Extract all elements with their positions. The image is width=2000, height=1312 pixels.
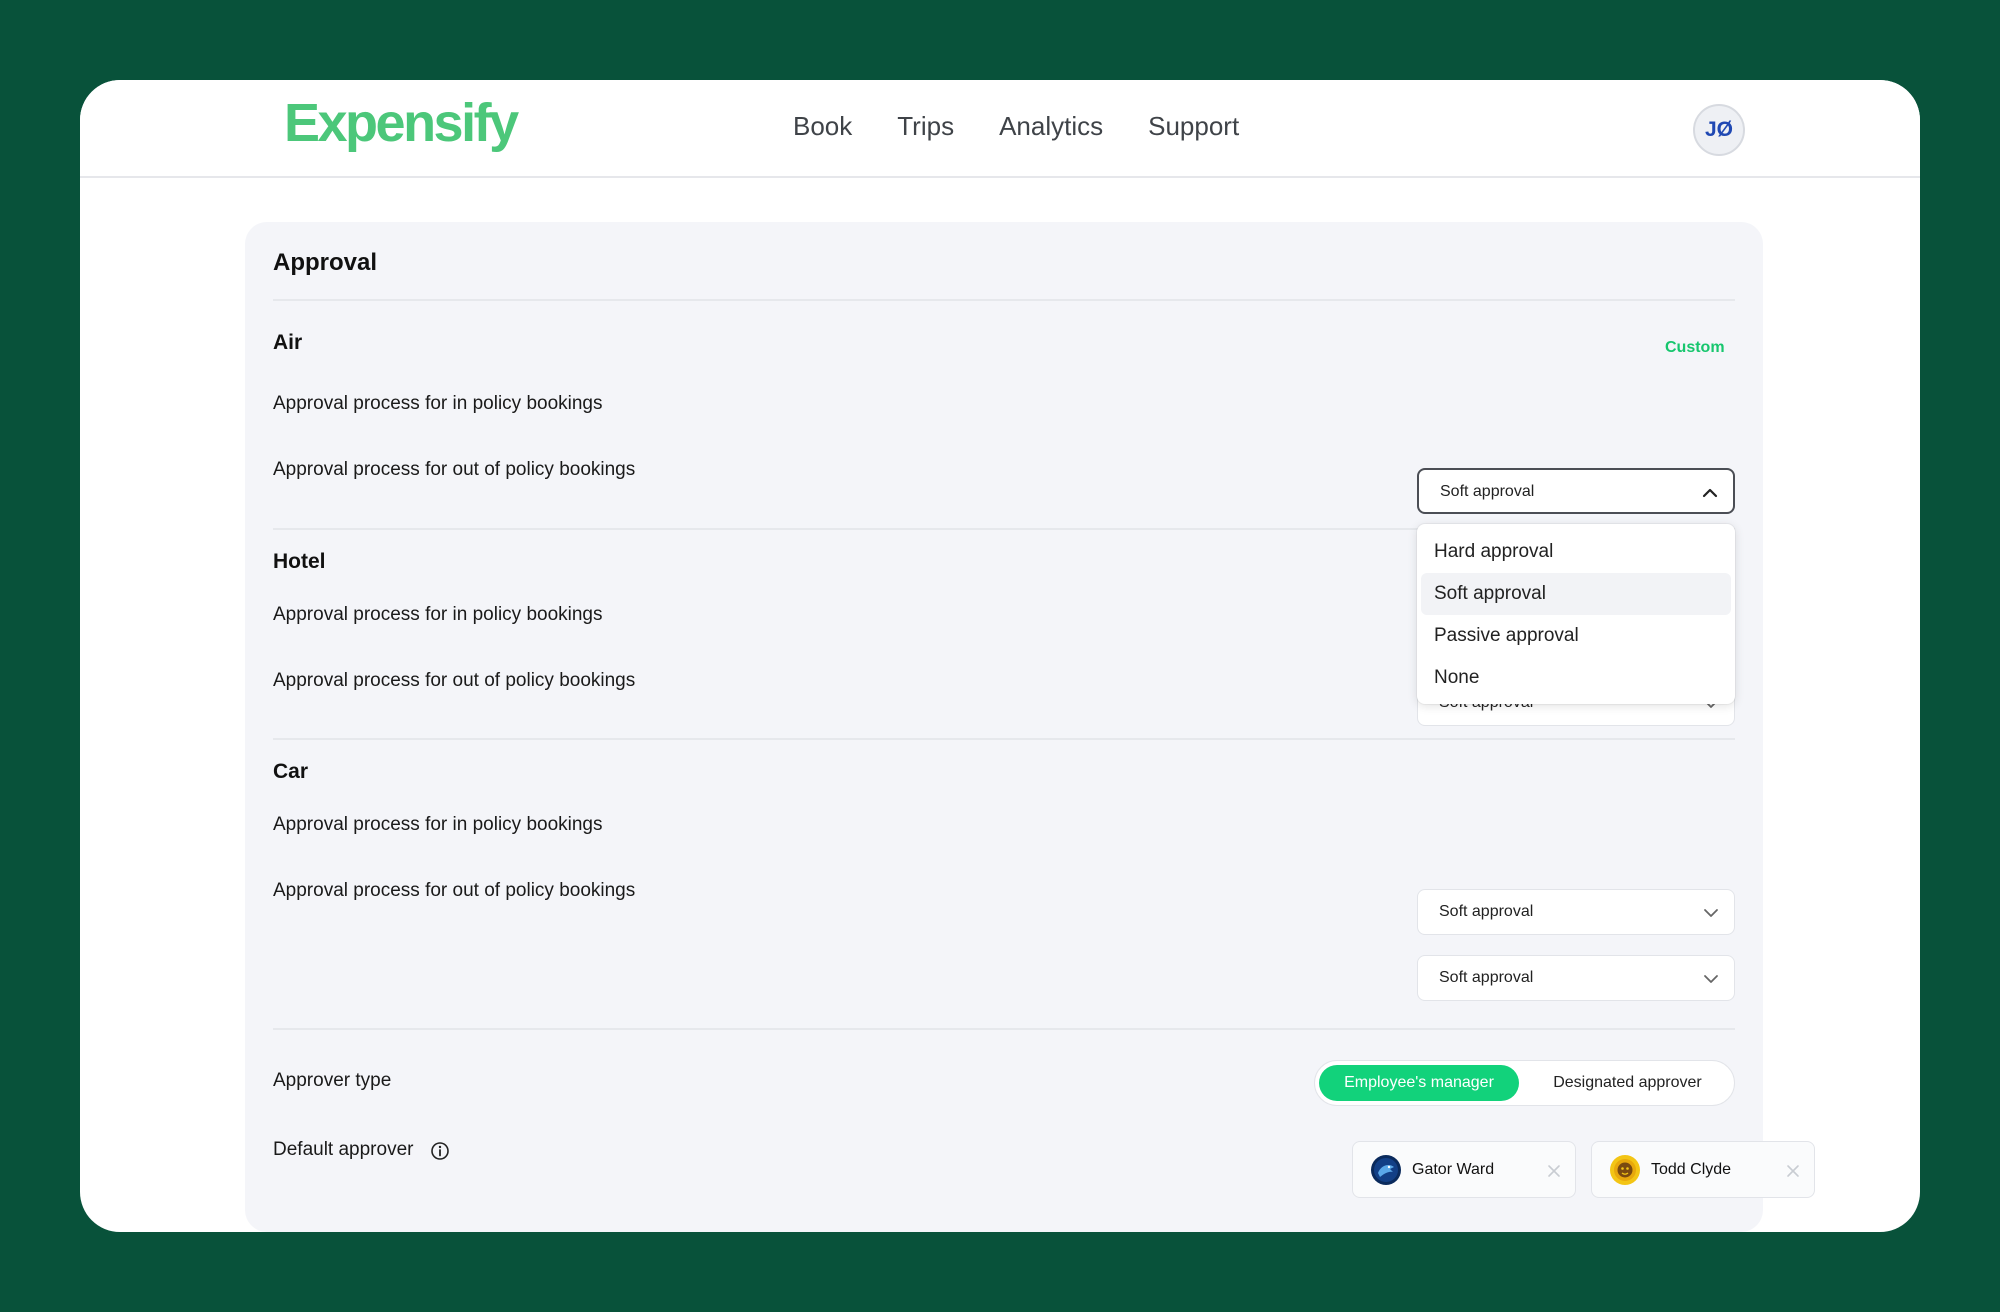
section-title-car: Car [273,760,309,783]
info-icon[interactable] [430,1141,450,1161]
car-in-policy-label: Approval process for in policy bookings [273,814,603,835]
remove-approver-icon[interactable] [1786,1164,1800,1178]
hotel-out-policy-label: Approval process for out of policy booki… [273,670,636,691]
card-title: Approval [273,249,378,276]
air-in-policy-select[interactable]: Soft approval [1417,468,1735,514]
select-value: Soft approval [1440,483,1535,500]
lion-avatar-icon [1610,1155,1640,1185]
dropdown-option-passive-approval[interactable]: Passive approval [1421,615,1731,657]
chevron-up-icon [1702,488,1718,498]
car-out-policy-select[interactable]: Soft approval [1417,955,1735,1001]
nav-item-analytics[interactable]: Analytics [999,111,1103,142]
custom-link[interactable]: Custom [1665,339,1725,357]
section-title-air: Air [273,331,303,354]
approver-type-label: Approver type [273,1070,392,1091]
approver-name: Gator Ward [1412,1161,1495,1178]
dropdown-option-none[interactable]: None [1421,657,1731,699]
divider [273,299,1735,301]
divider [273,738,1735,740]
nav-item-book[interactable]: Book [793,111,852,142]
app-window: Expensify Book Trips Analytics Support J… [80,80,1920,1232]
dropdown-option-hard-approval[interactable]: Hard approval [1421,531,1731,573]
dropdown-option-soft-approval[interactable]: Soft approval [1421,573,1731,615]
car-in-policy-select[interactable]: Soft approval [1417,889,1735,935]
approver-chip[interactable]: Todd Clyde [1591,1141,1815,1198]
divider [273,1028,1735,1030]
default-approver-label: Default approver [273,1139,414,1160]
expensify-logo[interactable]: Expensify [284,92,519,154]
nav-item-trips[interactable]: Trips [897,111,954,142]
gator-avatar-icon [1371,1155,1401,1185]
approval-settings-card: Approval Air Custom Approval process for… [245,222,1815,1232]
car-out-policy-label: Approval process for out of policy booki… [273,880,636,901]
approver-type-designated-approver[interactable]: Designated approver [1525,1065,1730,1101]
air-in-policy-label: Approval process for in policy bookings [273,393,603,414]
approver-type-toggle: Employee's manager Designated approver [1314,1060,1735,1106]
top-navigation-bar: Expensify Book Trips Analytics Support J… [80,80,1920,178]
air-out-policy-label: Approval process for out of policy booki… [273,459,636,480]
hotel-in-policy-label: Approval process for in policy bookings [273,604,603,625]
select-value: Soft approval [1439,969,1534,986]
chevron-down-icon [1704,975,1718,983]
select-value: Soft approval [1439,903,1534,920]
approver-type-employees-manager[interactable]: Employee's manager [1319,1065,1519,1101]
approval-dropdown-menu: Hard approval Soft approval Passive appr… [1417,524,1735,704]
approver-name: Todd Clyde [1651,1161,1732,1178]
main-nav: Book Trips Analytics Support [793,111,1239,142]
chevron-down-icon [1704,909,1718,917]
remove-approver-icon[interactable] [1547,1164,1561,1178]
user-avatar[interactable]: JØ [1693,104,1745,156]
section-title-hotel: Hotel [273,550,326,573]
nav-item-support[interactable]: Support [1148,111,1239,142]
approver-chip[interactable]: Gator Ward [1352,1141,1576,1198]
